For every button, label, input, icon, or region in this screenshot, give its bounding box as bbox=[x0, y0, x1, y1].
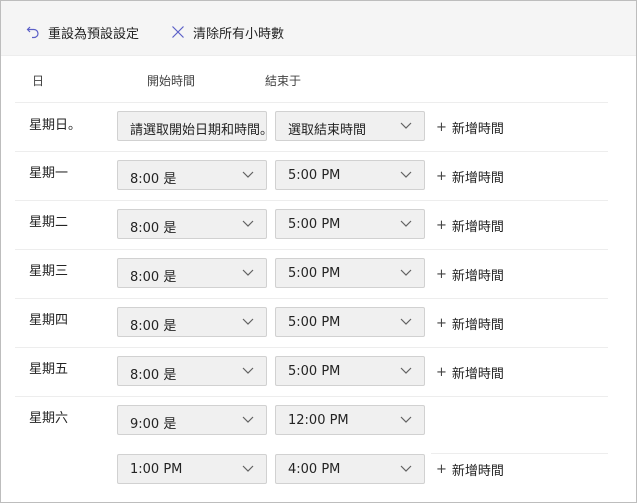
clear-label: 清除所有小時數 bbox=[193, 26, 285, 42]
chevron-down-icon bbox=[242, 269, 254, 276]
day-row-friday: 星期五 8:00 是 5:00 PM + 新增時間 bbox=[1, 347, 636, 395]
start-time-dropdown[interactable]: 8:00 是 bbox=[117, 307, 267, 337]
add-time-label: 新增時間 bbox=[451, 367, 504, 382]
day-row-thursday: 星期四 8:00 是 5:00 PM + 新增時間 bbox=[1, 298, 636, 346]
day-label: 星期三 bbox=[29, 264, 69, 279]
chevron-down-icon bbox=[400, 367, 412, 374]
add-time-label: 新增時間 bbox=[451, 220, 504, 235]
end-time-dropdown[interactable]: 12:00 PM bbox=[275, 405, 425, 435]
end-time-dropdown-2[interactable]: 4:00 PM bbox=[275, 454, 425, 484]
dropdown-value: 4:00 PM bbox=[288, 462, 341, 477]
dropdown-value: 5:00 PM bbox=[288, 315, 341, 330]
dropdown-value: 1:00 PM bbox=[130, 462, 183, 477]
add-time-button[interactable]: + 新增時間 bbox=[436, 216, 504, 235]
chevron-down-icon bbox=[242, 318, 254, 325]
start-time-dropdown[interactable]: 8:00 是 bbox=[117, 160, 267, 190]
dropdown-value: 12:00 PM bbox=[288, 413, 349, 428]
column-headers: 日 開始時間 結束于 bbox=[1, 69, 636, 89]
add-time-button[interactable]: + 新增時間 bbox=[436, 314, 504, 333]
dropdown-value: 9:00 是 bbox=[130, 417, 177, 432]
working-hours-panel: 重設為預設設定 清除所有小時數 日 開始時間 結束于 星期日。 請選取開始日期和… bbox=[0, 0, 637, 503]
header-end-time: 結束于 bbox=[265, 74, 302, 88]
start-time-dropdown[interactable]: 請選取開始日期和時間。 bbox=[117, 111, 273, 141]
start-time-dropdown[interactable]: 8:00 是 bbox=[117, 209, 267, 239]
day-row-wednesday: 星期三 8:00 是 5:00 PM + 新增時間 bbox=[1, 249, 636, 297]
chevron-down-icon bbox=[242, 220, 254, 227]
add-time-label: 新增時間 bbox=[451, 318, 504, 333]
plus-icon: + bbox=[436, 169, 447, 184]
clear-all-hours-button[interactable]: 清除所有小時數 bbox=[171, 21, 284, 43]
chevron-down-icon bbox=[400, 465, 412, 472]
dropdown-value: 選取結束時間 bbox=[288, 123, 367, 138]
day-label: 星期一 bbox=[29, 166, 69, 181]
day-label: 星期六 bbox=[29, 411, 69, 426]
end-time-dropdown[interactable]: 5:00 PM bbox=[275, 209, 425, 239]
start-time-dropdown[interactable]: 9:00 是 bbox=[117, 405, 267, 435]
dropdown-value: 請選取開始日期和時間。 bbox=[130, 123, 274, 138]
chevron-down-icon bbox=[242, 171, 254, 178]
dropdown-value: 5:00 PM bbox=[288, 168, 341, 183]
chevron-down-icon bbox=[242, 465, 254, 472]
plus-icon: + bbox=[436, 365, 447, 380]
reset-to-default-button[interactable]: 重設為預設設定 bbox=[26, 21, 139, 43]
start-time-dropdown-2[interactable]: 1:00 PM bbox=[117, 454, 267, 484]
day-row-sunday: 星期日。 請選取開始日期和時間。 選取結束時間 + 新增時間 bbox=[1, 102, 636, 150]
chevron-down-icon bbox=[242, 367, 254, 374]
plus-icon: + bbox=[436, 462, 447, 477]
add-time-button[interactable]: + 新增時間 bbox=[436, 167, 504, 186]
day-row-saturday: 星期六 9:00 是 12:00 PM 1:00 PM 4:00 PM + 新增… bbox=[1, 396, 636, 496]
chevron-down-icon bbox=[400, 269, 412, 276]
undo-icon bbox=[26, 26, 39, 39]
chevron-down-icon bbox=[400, 318, 412, 325]
plus-icon: + bbox=[436, 218, 447, 233]
day-label: 星期五 bbox=[29, 362, 69, 377]
day-row-monday: 星期一 8:00 是 5:00 PM + 新增時間 bbox=[1, 151, 636, 199]
end-time-dropdown[interactable]: 5:00 PM bbox=[275, 258, 425, 288]
day-label: 星期四 bbox=[29, 313, 69, 328]
add-time-button[interactable]: + 新增時間 bbox=[436, 460, 504, 479]
header-day: 日 bbox=[32, 74, 45, 88]
add-time-label: 新增時間 bbox=[451, 122, 504, 137]
dropdown-value: 8:00 是 bbox=[130, 172, 177, 187]
chevron-down-icon bbox=[400, 122, 412, 129]
plus-icon: + bbox=[436, 316, 447, 331]
dropdown-value: 8:00 是 bbox=[130, 221, 177, 236]
reset-label: 重設為預設設定 bbox=[48, 26, 140, 42]
dropdown-value: 8:00 是 bbox=[130, 270, 177, 285]
chevron-down-icon bbox=[242, 416, 254, 423]
end-time-dropdown[interactable]: 5:00 PM bbox=[275, 160, 425, 190]
add-time-label: 新增時間 bbox=[451, 269, 504, 284]
add-time-label: 新增時間 bbox=[451, 464, 504, 479]
chevron-down-icon bbox=[400, 171, 412, 178]
end-time-dropdown[interactable]: 5:00 PM bbox=[275, 356, 425, 386]
plus-icon: + bbox=[436, 120, 447, 135]
dropdown-value: 5:00 PM bbox=[288, 266, 341, 281]
add-time-button[interactable]: + 新增時間 bbox=[436, 363, 504, 382]
day-row-tuesday: 星期二 8:00 是 5:00 PM + 新增時間 bbox=[1, 200, 636, 248]
end-time-dropdown[interactable]: 選取結束時間 bbox=[275, 111, 425, 141]
dropdown-value: 8:00 是 bbox=[130, 368, 177, 383]
end-time-dropdown[interactable]: 5:00 PM bbox=[275, 307, 425, 337]
day-label: 星期二 bbox=[29, 215, 69, 230]
add-time-label: 新增時間 bbox=[451, 171, 504, 186]
close-icon bbox=[172, 26, 184, 38]
start-time-dropdown[interactable]: 8:00 是 bbox=[117, 258, 267, 288]
day-label: 星期日。 bbox=[29, 118, 82, 133]
add-time-button[interactable]: + 新增時間 bbox=[436, 265, 504, 284]
dropdown-value: 8:00 是 bbox=[130, 319, 177, 334]
toolbar: 重設為預設設定 清除所有小時數 bbox=[1, 1, 636, 56]
dropdown-value: 5:00 PM bbox=[288, 364, 341, 379]
dropdown-value: 5:00 PM bbox=[288, 217, 341, 232]
plus-icon: + bbox=[436, 267, 447, 282]
add-time-button[interactable]: + 新增時間 bbox=[436, 118, 504, 137]
chevron-down-icon bbox=[400, 220, 412, 227]
chevron-down-icon bbox=[400, 416, 412, 423]
start-time-dropdown[interactable]: 8:00 是 bbox=[117, 356, 267, 386]
header-start-time: 開始時間 bbox=[147, 74, 196, 88]
